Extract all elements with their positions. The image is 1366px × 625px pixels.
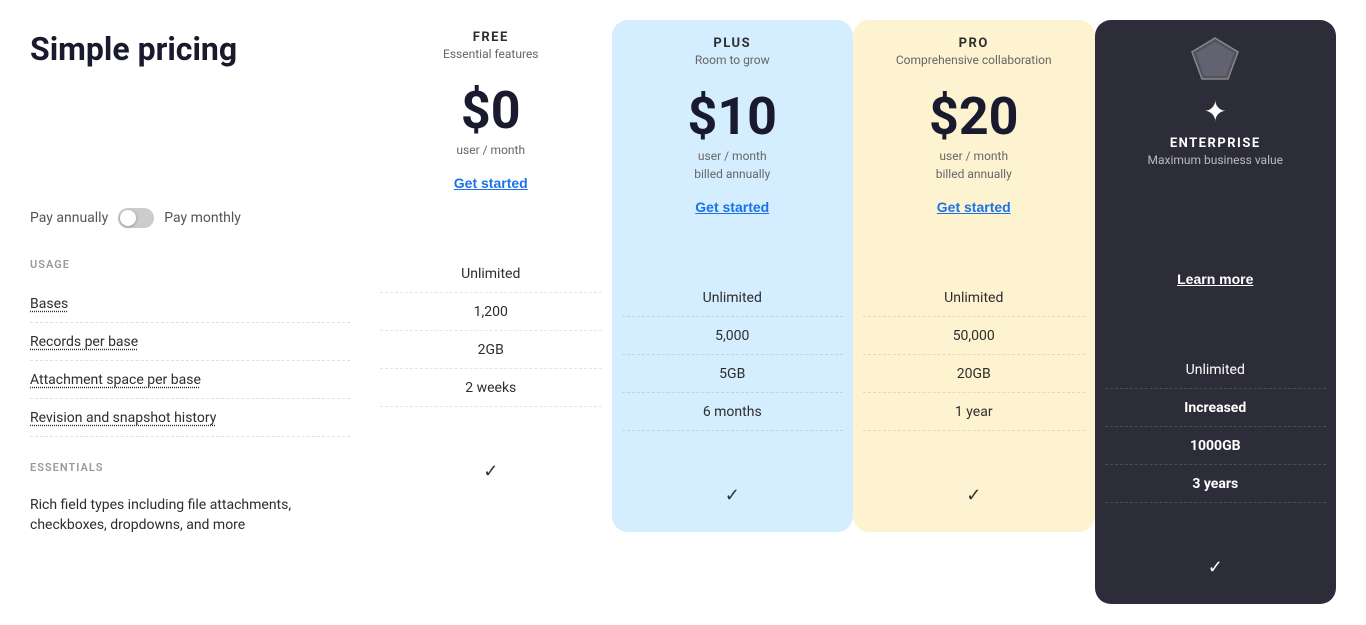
- plus-plan-billing: user / month billed annually: [694, 147, 770, 183]
- usage-section-label: USAGE: [30, 258, 350, 271]
- plan-enterprise: ✦ ENTERPRISE Maximum business value Lear…: [1095, 20, 1337, 604]
- enterprise-records-value: Increased: [1105, 389, 1327, 427]
- toggle-thumb: [120, 210, 136, 226]
- free-plan-tagline: Essential features: [443, 47, 538, 61]
- free-plan-billing: user / month: [456, 141, 525, 159]
- feature-row-rich-field: Rich field types including file attachme…: [30, 488, 350, 543]
- pro-attachment-value: 20GB: [863, 355, 1085, 393]
- billing-toggle[interactable]: Pay annually Pay monthly: [30, 208, 350, 228]
- plus-check-icon: ✓: [725, 485, 740, 506]
- toggle-switch[interactable]: [118, 208, 154, 228]
- plan-pro: PRO Comprehensive collaboration $20 user…: [853, 20, 1095, 532]
- bases-label: Bases: [30, 296, 68, 312]
- enterprise-attachment-value: 1000GB: [1105, 427, 1327, 465]
- pay-monthly-label: Pay monthly: [164, 210, 241, 226]
- pro-rich-field-check: ✓: [863, 475, 1085, 516]
- free-attachment-value: 2GB: [380, 331, 602, 369]
- usage-section: USAGE Bases Records per base Attachment …: [30, 258, 350, 543]
- enterprise-revision-value: 3 years: [1105, 465, 1327, 503]
- plus-revision-value: 6 months: [622, 393, 844, 431]
- free-plan-name: FREE: [443, 30, 538, 45]
- free-records-value: 1,200: [380, 293, 602, 331]
- feature-row-revision: Revision and snapshot history: [30, 399, 350, 437]
- enterprise-rich-field-check: ✓: [1105, 547, 1327, 588]
- enterprise-plan-name: ENTERPRISE: [1148, 136, 1283, 151]
- free-essentials-spacer: [380, 407, 602, 451]
- feature-labels-column: Simple pricing Pay annually Pay monthly …: [30, 30, 370, 543]
- free-bases-value: Unlimited: [380, 255, 602, 293]
- free-rich-field-check: ✓: [380, 451, 602, 492]
- essentials-section-label: ESSENTIALS: [30, 461, 350, 474]
- page-title: Simple pricing: [30, 30, 350, 68]
- plus-plan-price: $10: [687, 91, 777, 143]
- feature-row-attachment: Attachment space per base: [30, 361, 350, 399]
- pro-plan-header: PRO Comprehensive collaboration: [896, 36, 1052, 83]
- enterprise-decoration: [1190, 36, 1240, 85]
- free-plan-price: $0: [461, 85, 521, 137]
- plans-area: FREE Essential features $0 user / month …: [370, 30, 1336, 604]
- pro-plan-price: $20: [929, 91, 1019, 143]
- pro-usage-spacer: [863, 235, 1085, 279]
- plus-essentials-spacer: [622, 431, 844, 475]
- plus-records-value: 5,000: [622, 317, 844, 355]
- enterprise-bases-value: Unlimited: [1105, 351, 1327, 389]
- plus-bases-value: Unlimited: [622, 279, 844, 317]
- enterprise-check-icon: ✓: [1208, 557, 1223, 578]
- plus-attachment-value: 5GB: [622, 355, 844, 393]
- enterprise-plan-tagline: Maximum business value: [1148, 153, 1283, 167]
- pro-essentials-spacer: [863, 431, 1085, 475]
- pro-plan-tagline: Comprehensive collaboration: [896, 53, 1052, 67]
- plan-free: FREE Essential features $0 user / month …: [370, 30, 612, 492]
- plan-plus: PLUS Room to grow $10 user / month bille…: [612, 20, 854, 532]
- enterprise-cta-button[interactable]: Learn more: [1177, 271, 1253, 287]
- records-per-base-label: Records per base: [30, 334, 138, 350]
- revision-history-label: Revision and snapshot history: [30, 410, 216, 426]
- attachment-space-label: Attachment space per base: [30, 372, 201, 388]
- pro-revision-value: 1 year: [863, 393, 1085, 431]
- enterprise-usage-spacer: [1105, 307, 1327, 351]
- plus-usage-spacer: [622, 235, 844, 279]
- plus-plan-header: PLUS Room to grow: [695, 36, 770, 83]
- pro-bases-value: Unlimited: [863, 279, 1085, 317]
- enterprise-essentials-spacer: [1105, 503, 1327, 547]
- plus-plan-tagline: Room to grow: [695, 53, 770, 67]
- sparkle-icon: ✦: [1204, 95, 1227, 128]
- pro-records-value: 50,000: [863, 317, 1085, 355]
- rich-field-label: Rich field types including file attachme…: [30, 488, 350, 543]
- feature-row-records: Records per base: [30, 323, 350, 361]
- free-cta-button[interactable]: Get started: [454, 175, 528, 191]
- enterprise-plan-header: ENTERPRISE Maximum business value: [1148, 136, 1283, 183]
- diamond-icon: [1190, 36, 1240, 81]
- pay-annually-label: Pay annually: [30, 210, 108, 226]
- plus-rich-field-check: ✓: [622, 475, 844, 516]
- free-plan-header: FREE Essential features: [443, 30, 538, 77]
- pro-plan-name: PRO: [896, 36, 1052, 51]
- free-revision-value: 2 weeks: [380, 369, 602, 407]
- plus-plan-name: PLUS: [695, 36, 770, 51]
- free-usage-spacer: [380, 211, 602, 255]
- free-check-icon: ✓: [483, 461, 498, 482]
- plus-cta-button[interactable]: Get started: [695, 199, 769, 215]
- pro-plan-billing: user / month billed annually: [936, 147, 1012, 183]
- feature-row-bases: Bases: [30, 285, 350, 323]
- pro-check-icon: ✓: [966, 485, 981, 506]
- pro-cta-button[interactable]: Get started: [937, 199, 1011, 215]
